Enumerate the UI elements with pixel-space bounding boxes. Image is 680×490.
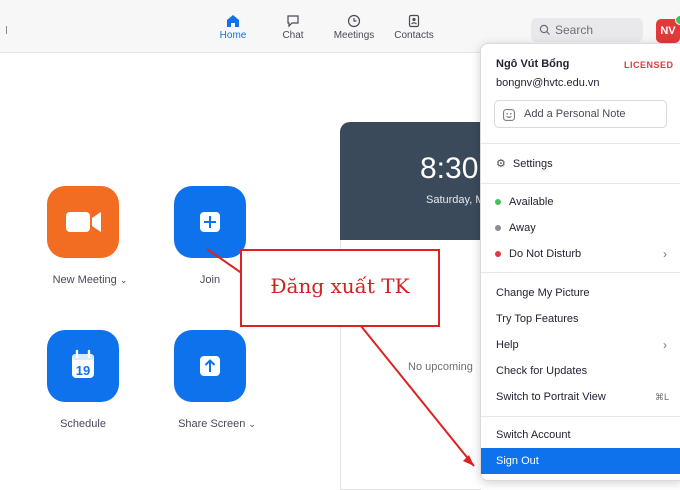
annotation-text: Đăng xuất TK bbox=[270, 274, 410, 298]
annotation-lines bbox=[206, 248, 475, 467]
annotation-box: Đăng xuất TK bbox=[240, 249, 440, 327]
